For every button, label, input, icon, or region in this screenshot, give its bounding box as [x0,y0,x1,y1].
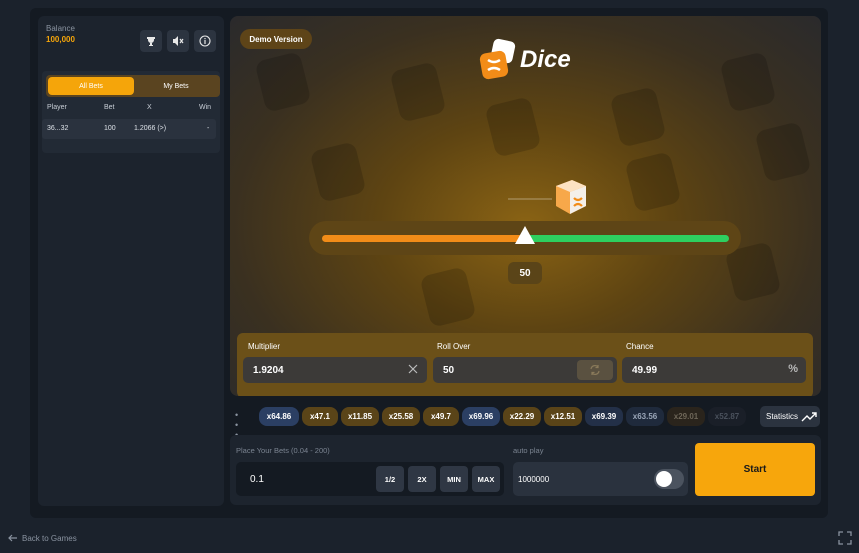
multiplier-value: 1.9204 [253,364,284,376]
percent-suffix: % [788,363,798,375]
roll-over-label: Roll Over [437,342,471,351]
sound-off-icon [173,36,184,46]
row-bet: 100 [104,125,116,132]
history-chip: x47.1 [302,407,338,426]
toggle-knob [656,471,672,487]
background-dice [484,96,542,158]
roll-over-field[interactable]: 50 [433,357,617,383]
info-button[interactable] [194,30,216,52]
auto-play-toggle[interactable] [654,469,684,489]
bets-tabs: All Bets My Bets [46,75,220,97]
max-bet-button[interactable]: MAX [472,466,500,492]
params-panel: Multiplier 1.9204 Roll Over 50 Chance 49… [237,333,813,396]
auto-play-field[interactable]: 1000000 [513,462,688,496]
motion-line-icon [508,198,552,200]
rolling-dice-icon [556,180,586,214]
tab-my-bets[interactable]: My Bets [134,77,218,95]
tab-all-bets[interactable]: All Bets [48,77,134,95]
clear-icon[interactable] [407,363,419,375]
balance-box: Balance 100,000 [46,24,144,54]
statistics-label: Statistics [766,412,799,421]
footer: Back to Games [0,524,859,553]
column-player: Player [47,104,67,111]
history-chip: x29.01 [667,407,705,426]
statistics-button[interactable]: Statistics [760,406,820,427]
trophy-icon [147,37,155,46]
history-chip: x69.96 [462,407,500,426]
auto-play-label: auto play [513,446,544,455]
sound-toggle-button[interactable] [167,30,189,52]
logo-text: Dice [520,46,571,73]
bet-amount-value: 0.1 [250,473,264,485]
column-win: Win [199,104,212,111]
trend-up-icon [801,411,817,421]
roll-over-value: 50 [443,364,455,376]
back-label: Back to Games [22,533,77,543]
history-chip: x11.85 [341,407,379,426]
background-dice [624,151,682,213]
multiplier-label: Multiplier [248,342,281,351]
balance-label: Balance [46,24,75,33]
bet-panel: Place Your Bets (0.04 - 200) 0.1 1/2 2X … [230,435,821,505]
slider-handle[interactable] [515,226,535,244]
background-dice [754,121,812,183]
history-chip: x69.39 [585,407,623,426]
bet-amount-input[interactable]: 0.1 1/2 2X MIN MAX [236,462,504,496]
slider-value: 50 [508,262,542,284]
game-area: Demo Version Dice 50 Multiplier 1.9204 R… [230,16,821,396]
row-win: - [207,125,210,132]
dice-logo: Dice [478,38,578,86]
slider-under-bar [322,235,525,242]
history-chip: x25.58 [382,407,420,426]
background-dice [309,141,367,203]
bets-card: All Bets My Bets Player Bet X Win 36...3… [42,71,220,153]
background-dice [254,51,312,113]
chance-value: 49.99 [632,364,658,376]
background-dice [719,51,777,113]
double-bet-button[interactable]: 2X [408,466,436,492]
start-button[interactable]: Start [695,443,815,496]
row-player: 36...32 [47,125,69,132]
history-chip: x12.51 [544,407,582,426]
arrow-left-icon [8,534,17,542]
background-dice [419,266,477,328]
half-bet-button[interactable]: 1/2 [376,466,404,492]
slider-over-bar [525,235,729,242]
min-bet-button[interactable]: MIN [440,466,468,492]
back-to-games-link[interactable]: Back to Games [8,533,77,543]
column-bet: Bet [104,104,115,111]
swap-button[interactable] [577,360,613,380]
info-icon [199,35,211,47]
history-chip: x22.29 [503,407,541,426]
swap-icon [590,365,600,375]
column-x: X [147,104,152,111]
background-dice [389,61,447,123]
chance-label: Chance [626,342,654,351]
bet-amount-label: Place Your Bets (0.04 - 200) [236,446,330,455]
history-chip: x63.56 [626,407,664,426]
dice-logo-icon [479,38,516,80]
multiplier-field[interactable]: 1.9204 [243,357,427,383]
background-dice [609,86,667,148]
history-chip: x49.7 [423,407,459,426]
balance-value: 100,000 [46,35,75,44]
fullscreen-icon[interactable] [838,531,852,545]
auto-play-value: 1000000 [518,474,550,484]
trophy-button[interactable] [140,30,162,52]
game-window: Balance 100,000 All Bets My Bets Player … [30,8,828,518]
history-chip: x52.87 [708,407,746,426]
history-chip: x64.86 [259,407,299,426]
table-row: 36...32 100 1.2066 (>) - [42,119,216,139]
row-x: 1.2066 (>) [134,125,167,132]
demo-badge: Demo Version [240,29,312,49]
chance-field[interactable]: 49.99 % [622,357,806,383]
left-panel: Balance 100,000 All Bets My Bets Player … [38,16,224,506]
